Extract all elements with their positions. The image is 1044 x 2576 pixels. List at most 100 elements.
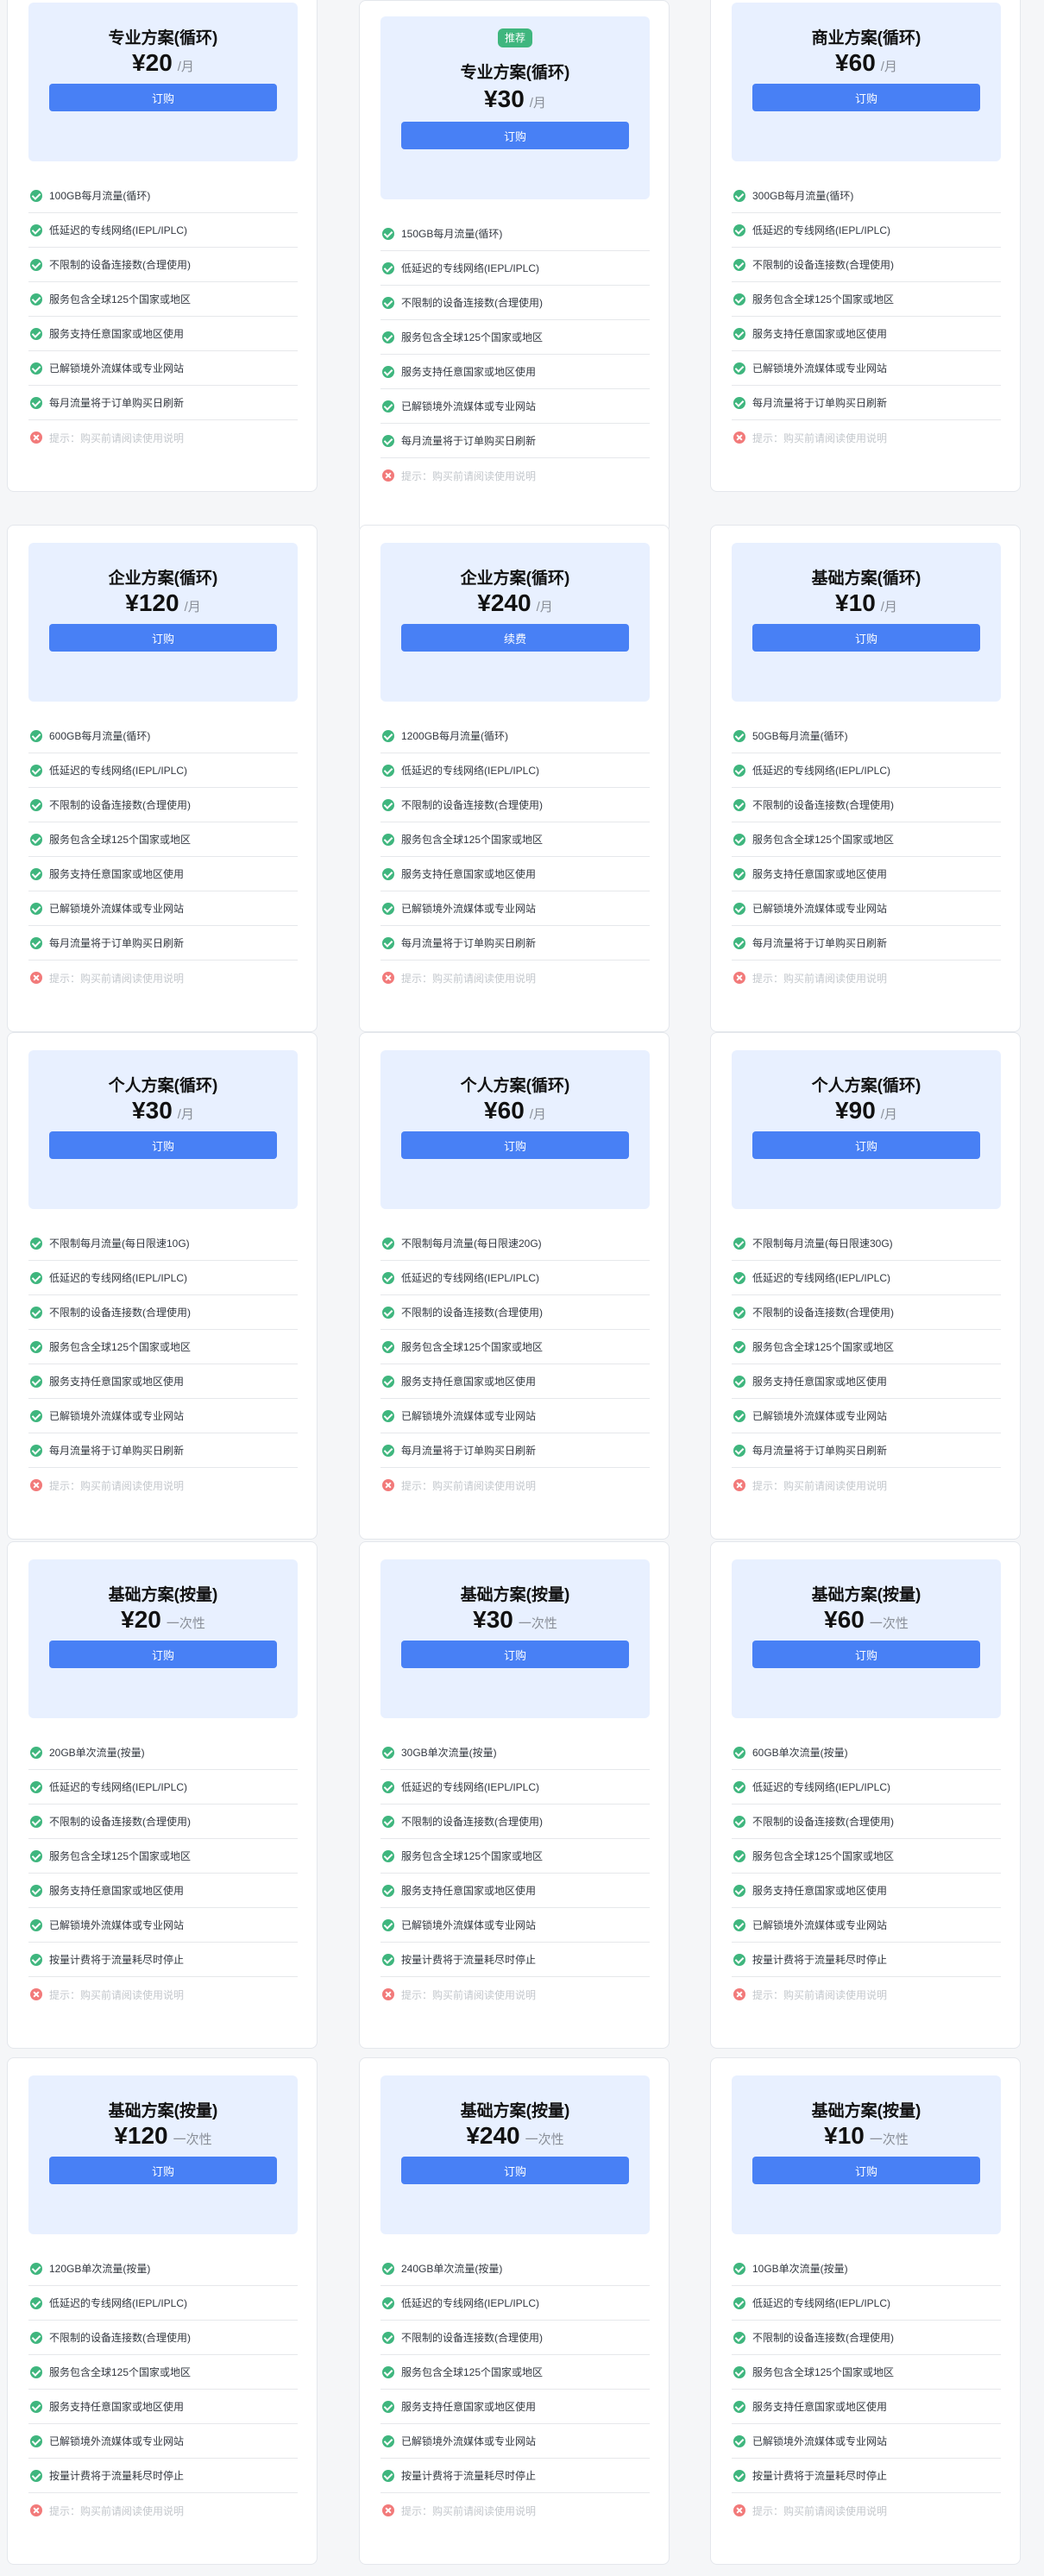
usage-tip[interactable]: 提示：购买前请阅读使用说明 [380,960,650,995]
subscribe-button[interactable]: 订购 [401,1131,629,1159]
check-circle-icon [382,1918,394,1931]
feature-item: 已解锁境外流媒体或专业网站 [28,1399,298,1433]
feature-text: 服务包含全球125个国家或地区 [752,2366,895,2378]
usage-tip[interactable]: 提示：购买前请阅读使用说明 [380,1977,650,2012]
plan-title: 专业方案(循环) [108,29,218,47]
feature-text: 不限制的设备连接数(合理使用) [401,799,543,811]
feature-text: 服务包含全球125个国家或地区 [752,1850,895,1862]
feature-text: 服务支持任意国家或地区使用 [49,328,185,340]
feature-text: 服务包含全球125个国家或地区 [49,2366,192,2378]
check-circle-icon [733,1746,745,1759]
subscribe-button[interactable]: 订购 [752,1641,980,1668]
feature-text: 不限制的设备连接数(合理使用) [401,297,543,309]
plan-card: 个人方案(循环) ¥30/月 订购 不限制每月流量(每日限速10G) 低延迟的专线网络(… [7,1032,318,1540]
feature-item: 按量计费将于流量耗尽时停止 [380,2459,650,2493]
feature-text: 按量计费将于流量耗尽时停止 [401,1954,537,1966]
feature-text: 服务包含全球125个国家或地区 [49,834,192,846]
check-circle-icon [733,729,745,742]
check-circle-icon [733,2434,745,2447]
feature-list: 60GB单次流量(按量) 低延迟的专线网络(IEPL/IPLC) 不限制的设备连接数… [732,1735,1001,2012]
feature-text: 每月流量将于订单购买日刷新 [752,937,888,949]
subscribe-button[interactable]: 订购 [752,624,980,652]
plan-header: 基础方案(循环) ¥10/月 订购 [732,543,1001,702]
feature-item: 服务支持任意国家或地区使用 [28,1874,298,1908]
usage-tip[interactable]: 提示：购买前请阅读使用说明 [28,2493,298,2528]
plan-card: 基础方案(按量) ¥60 一次性 订购 60GB单次流量(按量) 低延迟的专线网络(IEP… [710,1541,1021,2049]
usage-tip[interactable]: 提示：购买前请阅读使用说明 [28,960,298,995]
usage-tip[interactable]: 提示：购买前请阅读使用说明 [380,2493,650,2528]
subscribe-button[interactable]: 订购 [49,1641,277,1668]
usage-tip[interactable]: 提示：购买前请阅读使用说明 [732,960,1001,995]
subscribe-button[interactable]: 订购 [49,2157,277,2184]
check-circle-icon [382,400,394,413]
price-unit: 一次性 [525,2132,564,2147]
check-circle-icon [382,902,394,915]
subscribe-button[interactable]: 订购 [49,624,277,652]
subscribe-button[interactable]: 订购 [752,1131,980,1159]
feature-item: 服务包含全球125个国家或地区 [28,1839,298,1874]
usage-tip-text: 提示：购买前请阅读使用说明 [49,2504,185,2517]
plan-card: 企业方案(循环) ¥240/月 续费 1200GB每月流量(循环) 低延迟的专线网络(I… [359,525,670,1032]
plan-header: 基础方案(按量) ¥10 一次性 订购 [732,2075,1001,2234]
usage-tip-text: 提示：购买前请阅读使用说明 [401,469,537,482]
feature-text: 不限制的设备连接数(合理使用) [752,1307,894,1319]
usage-tip-text: 提示：购买前请阅读使用说明 [401,972,537,985]
usage-tip[interactable]: 提示：购买前请阅读使用说明 [380,458,650,493]
usage-tip[interactable]: 提示：购买前请阅读使用说明 [732,420,1001,455]
subscribe-button[interactable]: 订购 [401,2157,629,2184]
check-circle-icon [382,296,394,309]
check-circle-icon [382,1340,394,1353]
feature-item: 服务包含全球125个国家或地区 [28,1330,298,1364]
plan-card: 基础方案(按量) ¥240 一次性 订购 240GB单次流量(按量) 低延迟的专线网络(I… [359,2057,670,2565]
usage-tip[interactable]: 提示：购买前请阅读使用说明 [28,1468,298,1502]
subscribe-button[interactable]: 订购 [401,122,629,149]
x-circle-icon [382,1988,394,2000]
feature-text: 120GB单次流量(按量) [49,2263,151,2275]
plan-header: 个人方案(循环) ¥60/月 订购 [380,1050,650,1209]
usage-tip[interactable]: 提示：购买前请阅读使用说明 [732,2493,1001,2528]
check-circle-icon [30,936,42,949]
feature-item: 已解锁境外流媒体或专业网站 [28,2424,298,2459]
subscribe-button[interactable]: 订购 [49,84,277,111]
subscribe-button[interactable]: 订购 [752,2157,980,2184]
check-circle-icon [733,764,745,777]
check-circle-icon [733,1849,745,1862]
feature-text: 低延迟的专线网络(IEPL/IPLC) [49,765,188,777]
usage-tip-text: 提示：购买前请阅读使用说明 [49,431,185,444]
feature-item: 150GB每月流量(循环) [380,217,650,251]
feature-text: 不限制的设备连接数(合理使用) [49,799,191,811]
subscribe-button[interactable]: 续费 [401,624,629,652]
price-unit: 一次性 [166,1616,205,1631]
feature-text: 每月流量将于订单购买日刷新 [49,937,185,949]
check-circle-icon [30,1375,42,1388]
usage-tip[interactable]: 提示：购买前请阅读使用说明 [380,1468,650,1502]
usage-tip[interactable]: 提示：购买前请阅读使用说明 [28,420,298,455]
feature-list: 150GB每月流量(循环) 低延迟的专线网络(IEPL/IPLC) 不限制的设备连接… [380,217,650,493]
feature-item: 服务支持任意国家或地区使用 [28,1364,298,1399]
price-value: ¥60 [824,1606,865,1633]
usage-tip[interactable]: 提示：购买前请阅读使用说明 [28,1977,298,2012]
plan-header: 商业方案(循环) ¥60/月 订购 [732,3,1001,161]
feature-text: 150GB每月流量(循环) [401,228,503,240]
check-circle-icon [733,1884,745,1897]
subscribe-button[interactable]: 订购 [401,1641,629,1668]
feature-text: 低延迟的专线网络(IEPL/IPLC) [401,262,540,274]
feature-item: 不限制每月流量(每日限速20G) [380,1226,650,1261]
feature-text: 服务支持任意国家或地区使用 [49,2401,185,2413]
usage-tip[interactable]: 提示：购买前请阅读使用说明 [732,1977,1001,2012]
feature-text: 已解锁境外流媒体或专业网站 [49,362,185,375]
feature-text: 240GB单次流量(按量) [401,2263,503,2275]
usage-tip[interactable]: 提示：购买前请阅读使用说明 [732,1468,1001,1502]
subscribe-button[interactable]: 订购 [752,84,980,111]
plan-header: 企业方案(循环) ¥240/月 续费 [380,543,650,702]
plan-header: 基础方案(按量) ¥60 一次性 订购 [732,1559,1001,1718]
price-value: ¥240 [466,2122,520,2149]
feature-text: 不限制每月流量(每日限速10G) [49,1238,190,1250]
price-unit: /月 [177,1107,194,1122]
feature-list: 30GB单次流量(按量) 低延迟的专线网络(IEPL/IPLC) 不限制的设备连接数… [380,1735,650,2012]
plan-title: 商业方案(循环) [811,29,921,47]
feature-list: 1200GB每月流量(循环) 低延迟的专线网络(IEPL/IPLC) 不限制的设备连… [380,719,650,995]
subscribe-button[interactable]: 订购 [49,1131,277,1159]
feature-item: 服务包含全球125个国家或地区 [380,2355,650,2390]
feature-text: 低延迟的专线网络(IEPL/IPLC) [752,224,891,236]
